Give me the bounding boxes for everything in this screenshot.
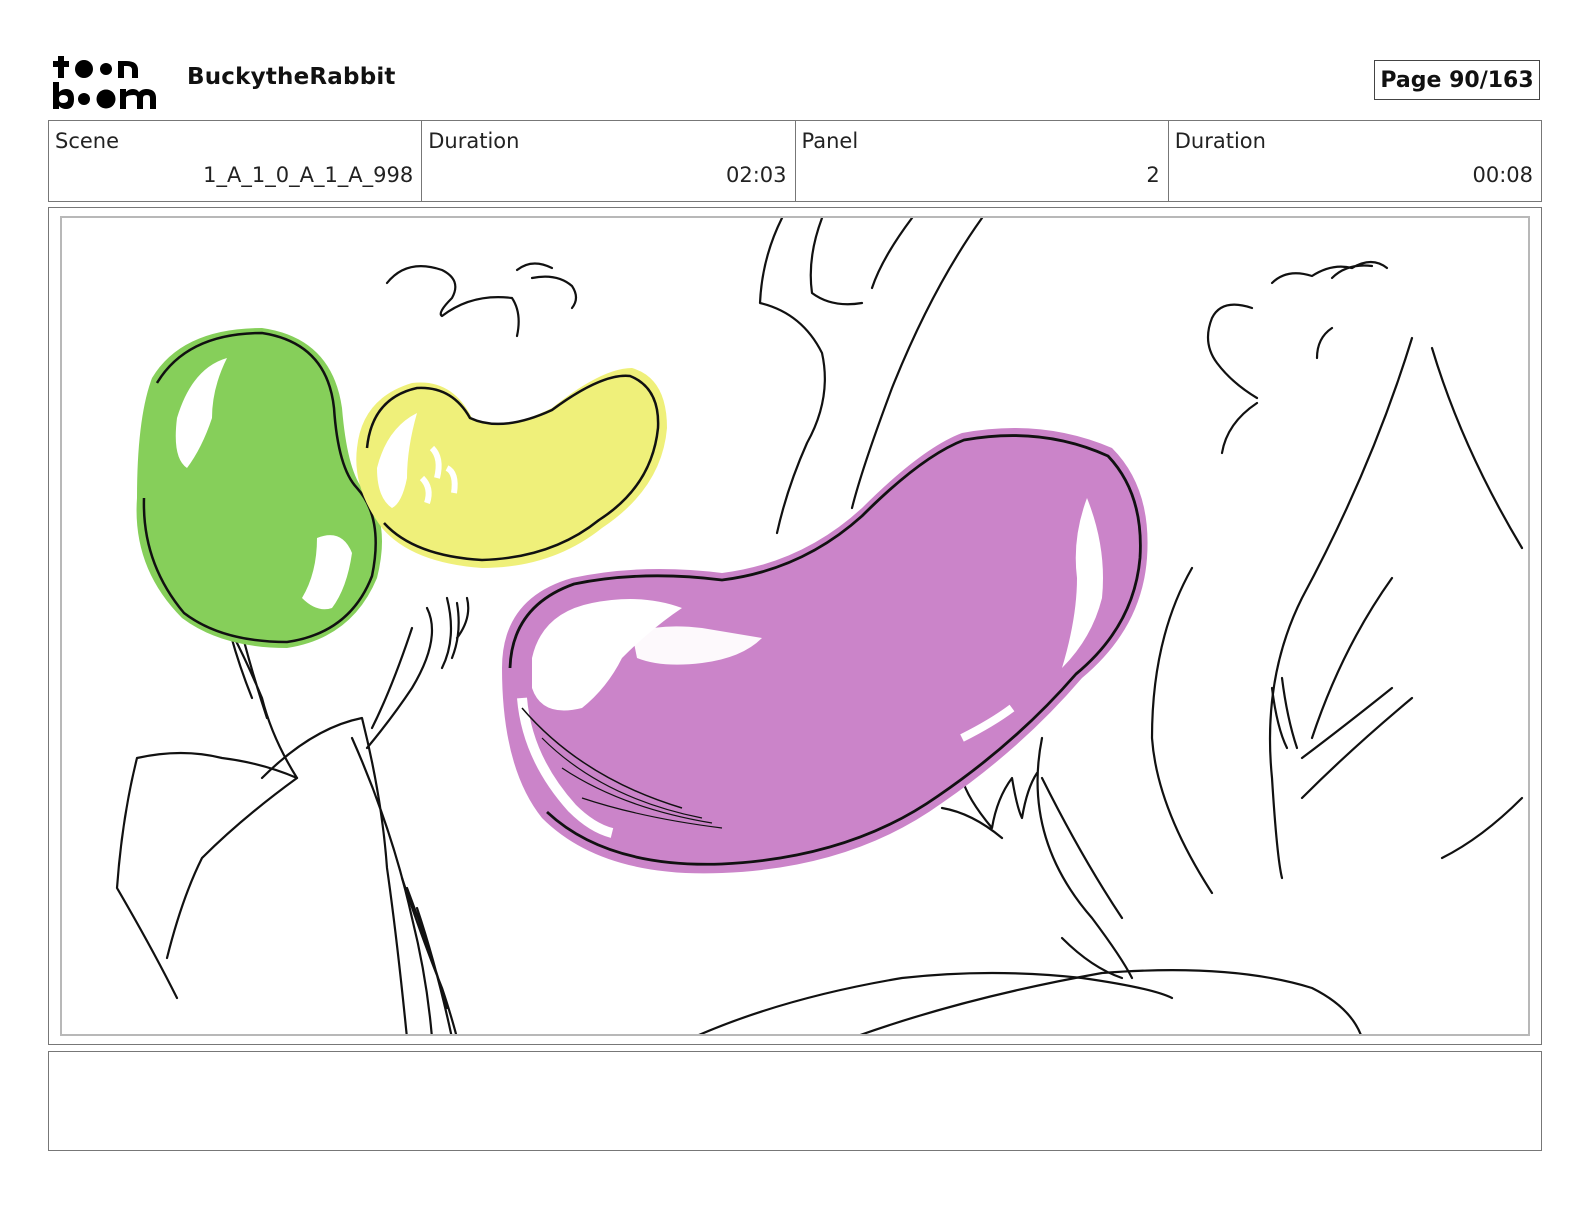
cloud-small-sketch bbox=[515, 262, 578, 310]
ground-hill-sketch bbox=[698, 971, 1174, 1034]
panel-label: Panel bbox=[801, 129, 859, 153]
toon-boom-logo-icon bbox=[53, 56, 156, 109]
project-title: BuckytheRabbit bbox=[187, 64, 396, 90]
fork-stem-sketch bbox=[365, 596, 470, 750]
panel-cell: Panel 2 bbox=[796, 121, 1169, 201]
tree-right-branches-sketch bbox=[1300, 346, 1524, 860]
panel-sketch bbox=[115, 218, 1524, 1034]
tree-right-hatch-sketch bbox=[1270, 676, 1299, 750]
cloud-left-sketch bbox=[385, 265, 520, 338]
panel-value: 2 bbox=[1146, 163, 1160, 187]
ground-hill-right-sketch bbox=[859, 969, 1362, 1034]
storyboard-panel bbox=[48, 207, 1542, 1045]
cloud-right-lower-sketch bbox=[1206, 303, 1334, 455]
page-indicator: Page 90/163 bbox=[1374, 60, 1540, 100]
scene-duration-label: Duration bbox=[428, 129, 520, 153]
trunk-center-left-sketch bbox=[260, 716, 433, 1034]
scene-duration-cell: Duration 02:03 bbox=[422, 121, 796, 201]
scene-label: Scene bbox=[55, 129, 120, 153]
panel-notes-box bbox=[48, 1051, 1542, 1151]
page-number: 90/163 bbox=[1449, 67, 1534, 93]
scene-value: 1_A_1_0_A_1_A_998 bbox=[203, 163, 414, 187]
stem-right-sketch bbox=[1036, 736, 1134, 980]
scene-duration-value: 02:03 bbox=[725, 163, 787, 187]
leaf-left-sketch bbox=[115, 751, 299, 1000]
tree-right-curve-sketch bbox=[1150, 566, 1214, 895]
panel-duration-label: Duration bbox=[1174, 129, 1266, 153]
panel-duration-cell: Duration 00:08 bbox=[1169, 121, 1541, 201]
green-jelly-bean bbox=[136, 328, 382, 648]
page-label: Page bbox=[1380, 67, 1442, 93]
yellow-jelly-bean bbox=[356, 368, 667, 568]
panel-drawing-area bbox=[60, 216, 1530, 1036]
scene-info-table: Scene 1_A_1_0_A_1_A_998 Duration 02:03 P… bbox=[48, 120, 1542, 202]
cloud-right-sketch bbox=[1270, 260, 1389, 285]
panel-duration-value: 00:08 bbox=[1472, 163, 1533, 187]
tree-trunk-top-sketch bbox=[758, 218, 826, 535]
tree-right-trunk-sketch bbox=[1268, 336, 1414, 880]
scene-cell: Scene 1_A_1_0_A_1_A_998 bbox=[49, 121, 423, 201]
